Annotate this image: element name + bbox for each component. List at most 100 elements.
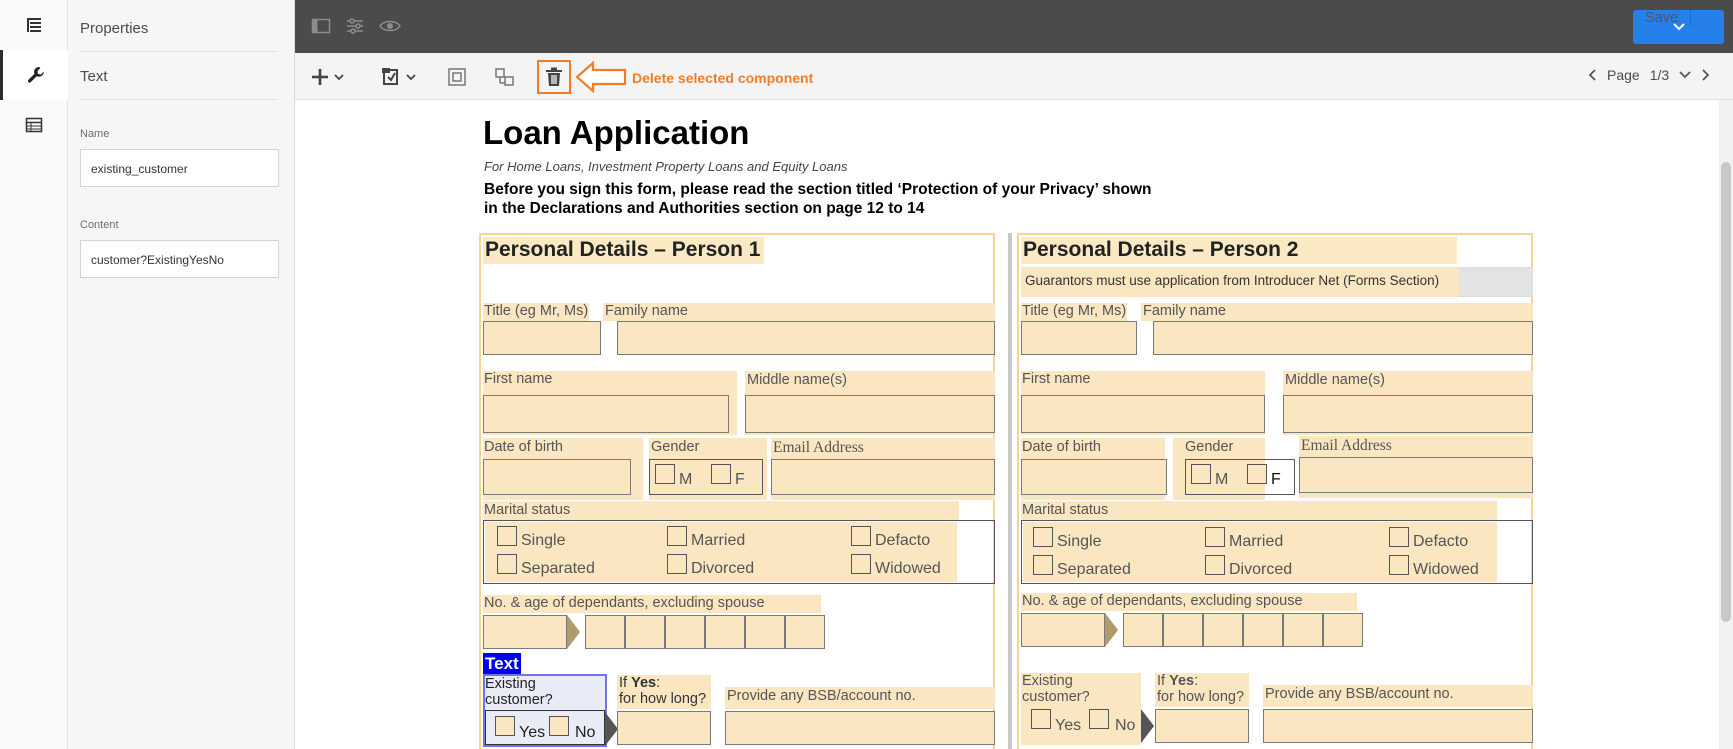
dependants-count-field[interactable]: [483, 615, 567, 649]
email-field[interactable]: [771, 459, 995, 495]
married-checkbox[interactable]: [1205, 527, 1225, 547]
dependant-age-field[interactable]: [1163, 613, 1203, 647]
email-label: Email Address: [1301, 437, 1392, 454]
defacto-checkbox[interactable]: [1389, 527, 1409, 547]
single-checkbox[interactable]: [1033, 527, 1053, 547]
person2-title: Personal Details – Person 2: [1021, 237, 1457, 264]
dependants-count-field[interactable]: [1021, 613, 1105, 647]
how-long-field[interactable]: [1155, 709, 1249, 743]
dependant-age-field[interactable]: [1283, 613, 1323, 647]
separated-checkbox[interactable]: [1033, 555, 1053, 575]
widowed-checkbox[interactable]: [1389, 555, 1409, 575]
existing-yes-checkbox[interactable]: [1031, 709, 1051, 729]
first-name-field[interactable]: [1021, 395, 1265, 433]
separated-checkbox[interactable]: [497, 554, 517, 574]
dob-field[interactable]: [1021, 459, 1167, 495]
chevron-right-icon[interactable]: [1701, 69, 1710, 81]
how-long-field[interactable]: [617, 711, 711, 745]
callout-arrow-icon: [575, 60, 627, 98]
divorced-checkbox[interactable]: [1205, 555, 1225, 575]
dob-field[interactable]: [483, 459, 631, 495]
replace-component-button[interactable]: [381, 65, 417, 89]
selected-component-tag[interactable]: Text: [483, 653, 521, 674]
title-label: Title (eg Mr, Ms): [1022, 303, 1127, 319]
dependant-age-field[interactable]: [705, 615, 745, 649]
family-name-field[interactable]: [1153, 321, 1533, 355]
select-parent-icon[interactable]: [447, 65, 467, 89]
existing-no-checkbox[interactable]: [1089, 709, 1109, 729]
content-tree-icon[interactable]: [0, 0, 68, 50]
dependant-age-field[interactable]: [665, 615, 705, 649]
dependant-age-field[interactable]: [625, 615, 665, 649]
gender-f-checkbox[interactable]: [711, 464, 731, 484]
first-name-field[interactable]: [483, 395, 729, 433]
first-name-label: First name: [1022, 371, 1091, 387]
person1-title: Personal Details – Person 1: [483, 237, 765, 264]
sliders-icon[interactable]: [345, 17, 365, 40]
editor-toolbar: Delete selected component Page 1/3: [295, 53, 1733, 100]
wrench-icon[interactable]: [0, 50, 68, 100]
add-component-button[interactable]: [311, 65, 345, 89]
name-field[interactable]: existing_customer: [80, 149, 279, 187]
widowed-checkbox[interactable]: [851, 554, 871, 574]
email-field[interactable]: [1299, 457, 1533, 493]
middle-name-field[interactable]: [745, 395, 995, 433]
dependant-age-field[interactable]: [785, 615, 825, 649]
dependant-age-field[interactable]: [1123, 613, 1163, 647]
existing-no-checkbox[interactable]: [549, 716, 569, 736]
separated-label: Separated: [521, 560, 595, 577]
panel-divider: [1008, 233, 1012, 749]
delete-component-button[interactable]: [537, 60, 571, 94]
component-type: Text: [80, 68, 278, 100]
person2-panel[interactable]: Personal Details – Person 2 Guarantors m…: [1017, 233, 1533, 749]
dependant-age-field[interactable]: [1203, 613, 1243, 647]
married-label: Married: [691, 532, 746, 549]
family-name-field[interactable]: [617, 321, 995, 355]
scrollbar-thumb[interactable]: [1721, 162, 1731, 622]
middle-name-field[interactable]: [1283, 395, 1533, 433]
dob-label: Date of birth: [1022, 439, 1101, 455]
form-canvas: Loan Application For Home Loans, Investm…: [295, 100, 1733, 749]
gender-m-label: M: [679, 471, 693, 488]
defacto-checkbox[interactable]: [851, 526, 871, 546]
bsb-label: Provide any BSB/account no.: [727, 688, 916, 704]
dependant-age-field[interactable]: [1243, 613, 1283, 647]
gender-f-label: F: [735, 471, 745, 488]
save-button[interactable]: Save: [1633, 10, 1724, 44]
dob-label: Date of birth: [484, 439, 563, 455]
how-long-label: If Yes: for how long?: [619, 675, 707, 707]
person1-panel[interactable]: Personal Details – Person 1 Title (eg Mr…: [479, 233, 995, 749]
title-field[interactable]: [483, 321, 601, 355]
chevron-left-icon[interactable]: [1589, 69, 1597, 81]
dependant-age-field[interactable]: [745, 615, 785, 649]
dependant-age-field[interactable]: [1323, 613, 1363, 647]
page-navigator: Page 1/3: [1589, 67, 1710, 83]
gender-m-checkbox[interactable]: [1191, 464, 1211, 484]
properties-title: Properties: [80, 20, 278, 52]
marital-status-label: Marital status: [1022, 502, 1109, 518]
existing-yes-checkbox[interactable]: [495, 716, 515, 736]
divorced-checkbox[interactable]: [667, 554, 687, 574]
content-field[interactable]: customer?ExistingYesNo: [80, 240, 279, 278]
single-checkbox[interactable]: [497, 526, 517, 546]
preview-icon[interactable]: [379, 17, 401, 40]
single-label: Single: [1057, 533, 1102, 550]
title-field[interactable]: [1021, 321, 1137, 355]
married-checkbox[interactable]: [667, 526, 687, 546]
toggle-panel-icon[interactable]: [311, 17, 331, 40]
canvas-scrollbar[interactable]: [1719, 100, 1733, 749]
properties-panel: Properties Text Name existing_customer C…: [68, 0, 295, 749]
chevron-down-icon[interactable]: [1679, 71, 1691, 79]
save-label: Save: [1633, 10, 1691, 26]
dependant-age-field[interactable]: [585, 615, 625, 649]
bsb-field[interactable]: [725, 711, 995, 745]
bsb-field[interactable]: [1263, 709, 1533, 743]
gender-m-checkbox[interactable]: [655, 464, 675, 484]
existing-yes-label: Yes: [519, 724, 546, 741]
defacto-label: Defacto: [875, 532, 931, 549]
group-components-icon[interactable]: [494, 65, 516, 89]
how-long-label: If Yes: for how long?: [1157, 673, 1245, 705]
data-model-icon[interactable]: [0, 100, 68, 150]
widowed-label: Widowed: [875, 560, 941, 577]
gender-f-checkbox[interactable]: [1247, 464, 1267, 484]
